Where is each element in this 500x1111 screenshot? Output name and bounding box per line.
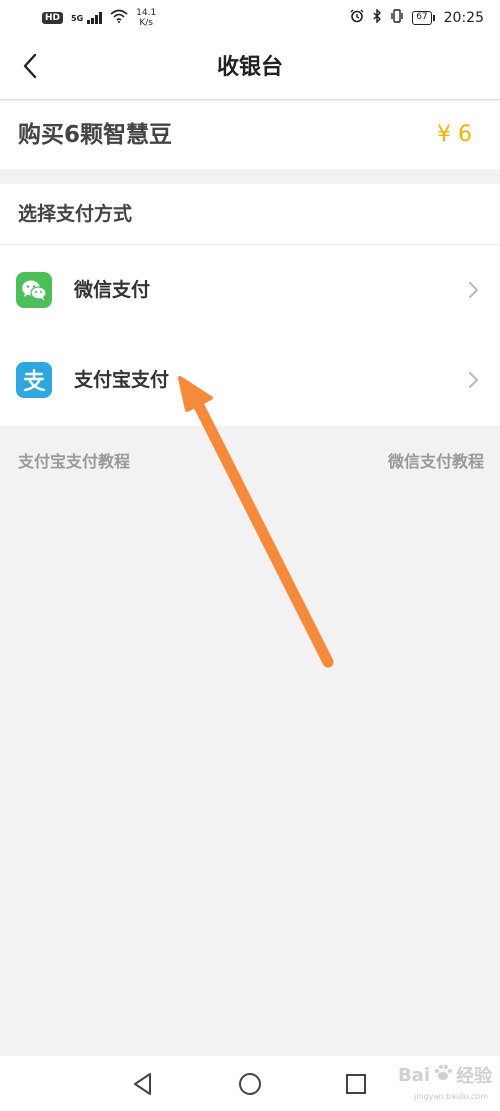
status-right: 67 20:25 [350,8,484,27]
hd-badge: HD [42,12,64,24]
paw-icon [434,1064,452,1087]
product-name: 购买6颗智慧豆 [18,122,173,148]
wechat-tutorial-link[interactable]: 微信支付教程 [388,448,484,472]
nav-home-icon[interactable] [236,1070,264,1098]
alarm-icon [350,9,364,27]
alipay-label: 支付宝支付 [74,369,170,391]
watermark-suffix: 经验 [456,1066,492,1087]
nav-back-icon[interactable] [129,1070,157,1098]
system-nav-bar: Bai 经验 jingyan.baidu.com [0,1056,500,1111]
chevron-right-icon [466,281,480,299]
signal-icon [87,12,103,24]
watermark-url: jingyan.baidu.com [414,1092,488,1101]
product-price: ¥ 6 [437,122,472,147]
wechat-pay-label: 微信支付 [74,279,151,301]
page-title: 收银台 [216,55,283,80]
alipay-icon [16,362,52,398]
network-type: 5G [71,14,84,23]
chevron-right-icon [466,371,480,389]
product-row: 购买6颗智慧豆 ¥ 6 [0,101,500,169]
watermark-brand: Bai [397,1064,430,1086]
status-left: HD 5G 14.1 K/s [42,8,156,28]
tutorial-links: 支付宝支付教程 微信支付教程 [0,448,500,474]
speed-value: 14.1 [136,8,157,18]
alipay-option[interactable]: 支付宝支付 [0,335,500,425]
nav-recents-icon[interactable] [342,1070,370,1098]
clock: 20:25 [443,10,484,26]
vibrate-icon [390,9,404,27]
wifi-icon [110,9,128,27]
payment-method-header: 选择支付方式 [0,184,500,245]
nav-bar: 收银台 [0,36,500,100]
payment-method-section: 选择支付方式 微信支付 支付宝支付 [0,184,500,426]
bluetooth-icon [372,8,382,27]
network-speed: 14.1 K/s [136,8,156,28]
alipay-tutorial-link[interactable]: 支付宝支付教程 [18,448,130,472]
status-bar: HD 5G 14.1 K/s 67 20:25 [0,0,500,36]
wechat-pay-option[interactable]: 微信支付 [0,245,500,335]
speed-unit: K/s [139,18,153,28]
wechat-icon [16,272,52,308]
watermark: Bai 经验 [398,1062,492,1088]
battery-icon: 67 [412,11,436,25]
